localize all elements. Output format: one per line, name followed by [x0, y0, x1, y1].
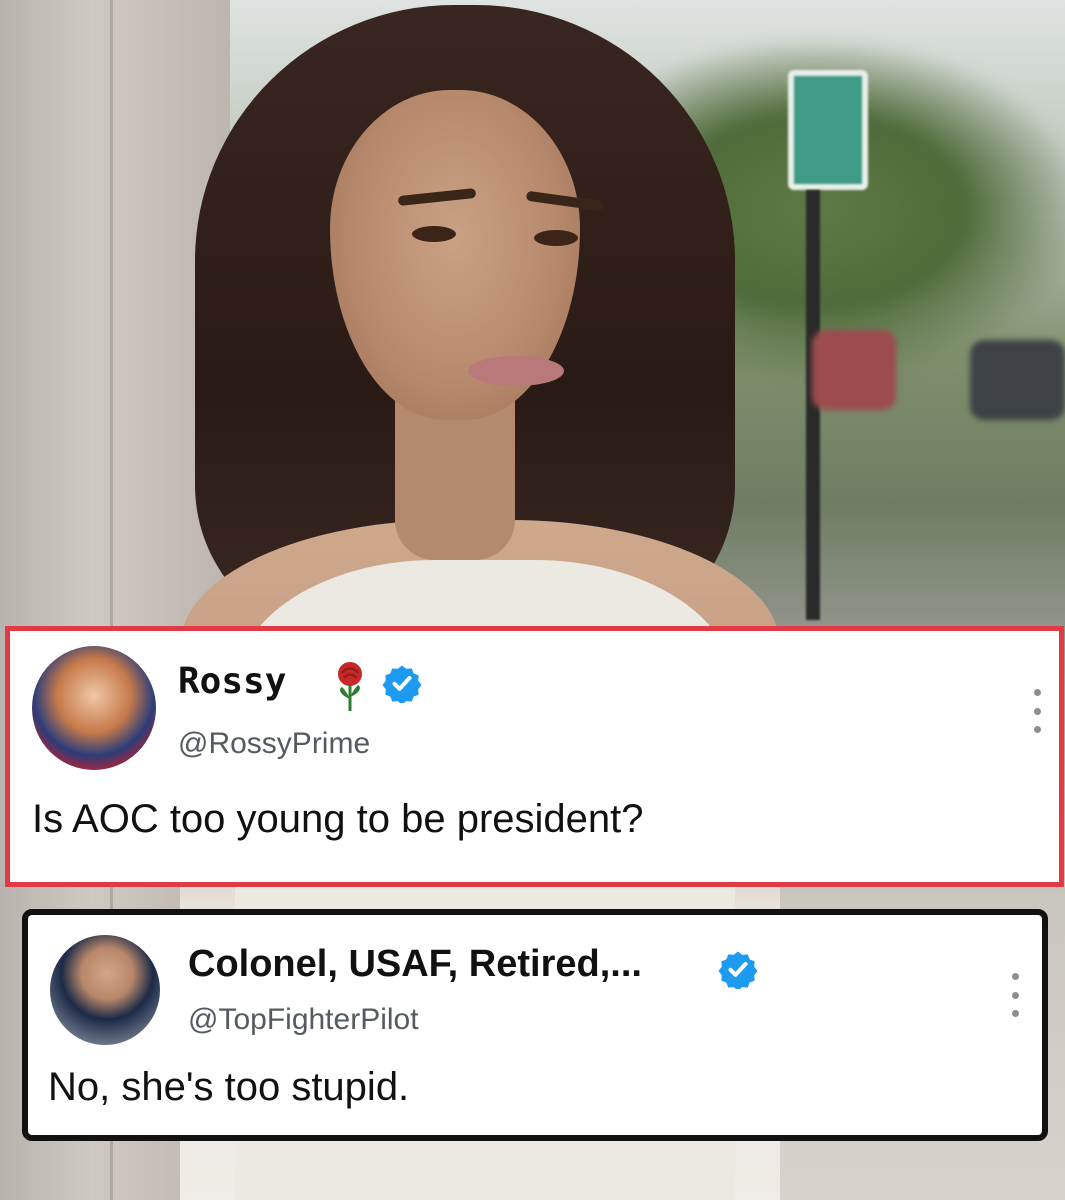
person-neck — [395, 400, 515, 560]
tweet-text: No, she's too stupid. — [48, 1065, 410, 1109]
avatar[interactable] — [32, 646, 156, 770]
more-options-icon[interactable] — [1008, 973, 1022, 1017]
parked-car — [970, 340, 1065, 420]
street-sign — [788, 70, 868, 190]
handle[interactable]: @RossyPrime — [178, 727, 370, 761]
tweet-card-rossy[interactable]: Rossy @RossyPrime Is AOC too young to be… — [5, 626, 1064, 887]
display-name[interactable]: Colonel, USAF, Retired,... — [188, 943, 642, 986]
rose-icon — [338, 662, 362, 711]
parked-car — [812, 330, 896, 410]
avatar[interactable] — [50, 935, 160, 1045]
display-name[interactable]: Rossy — [178, 661, 286, 702]
tweet-text: Is AOC too young to be president? — [32, 797, 644, 841]
meme-image: Rossy @RossyPrime Is AOC too young to be… — [0, 0, 1065, 1200]
tweet-card-topfighterpilot[interactable]: Colonel, USAF, Retired,... @TopFighterPi… — [22, 909, 1048, 1141]
handle[interactable]: @TopFighterPilot — [188, 1003, 419, 1037]
more-options-icon[interactable] — [1030, 689, 1044, 733]
lips — [468, 356, 564, 386]
eye — [534, 230, 578, 246]
verified-badge-icon — [718, 951, 758, 989]
eye — [412, 226, 456, 242]
verified-badge-icon — [382, 665, 422, 703]
